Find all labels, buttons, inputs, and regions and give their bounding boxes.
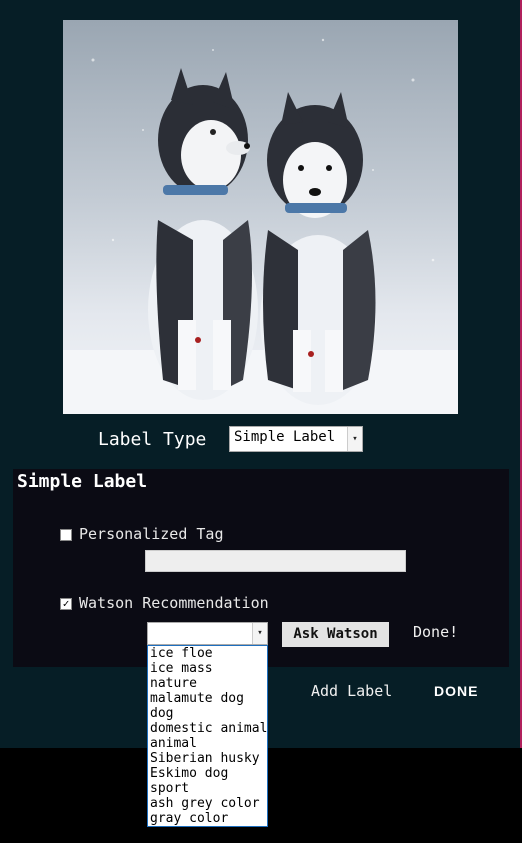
husky-photo	[63, 20, 458, 414]
done-logo[interactable]: DONE	[434, 683, 478, 699]
dropdown-option[interactable]: ice mass	[148, 661, 267, 676]
app-window: Label Type Simple Label ▾ Simple Label P…	[0, 0, 522, 748]
watson-recommendation-checkbox[interactable]: ✓	[60, 598, 72, 610]
watson-options-dropdown[interactable]: ice floe ice mass nature malamute dog do…	[147, 645, 268, 827]
personalized-tag-checkbox[interactable]	[60, 529, 72, 541]
dropdown-option[interactable]: ice floe	[148, 646, 267, 661]
watson-recommendation-label: Watson Recommendation	[79, 594, 269, 612]
dropdown-option[interactable]: ash grey color	[148, 796, 267, 811]
label-type-caption: Label Type	[98, 429, 207, 450]
dropdown-option[interactable]: dog	[148, 706, 267, 721]
simple-label-panel: Simple Label Personalized Tag ✓ Watson R…	[13, 469, 509, 667]
ask-watson-button[interactable]: Ask Watson	[282, 622, 389, 647]
panel-title: Simple Label	[17, 471, 148, 492]
dropdown-option[interactable]: nature	[148, 676, 267, 691]
dropdown-option[interactable]: Siberian husky dog	[148, 751, 267, 766]
chevron-down-icon[interactable]: ▾	[252, 623, 267, 644]
label-type-select-value: Simple Label	[234, 429, 336, 445]
dropdown-option[interactable]: malamute dog	[148, 691, 267, 706]
dropdown-option[interactable]: gray color	[148, 811, 267, 826]
chevron-down-icon[interactable]: ▾	[347, 427, 362, 451]
watson-recommendation-select[interactable]: ▾	[147, 622, 268, 645]
dropdown-option[interactable]: Eskimo dog	[148, 766, 267, 781]
personalized-tag-input[interactable]	[145, 550, 406, 572]
dropdown-option[interactable]: animal	[148, 736, 267, 751]
watson-status-text: Done!	[413, 623, 459, 641]
add-label-button[interactable]: Add Label	[311, 682, 392, 700]
dropdown-option[interactable]: sport	[148, 781, 267, 796]
label-type-select[interactable]: Simple Label ▾	[229, 426, 363, 452]
dropdown-option[interactable]: domestic animal	[148, 721, 267, 736]
personalized-tag-label: Personalized Tag	[79, 525, 224, 543]
